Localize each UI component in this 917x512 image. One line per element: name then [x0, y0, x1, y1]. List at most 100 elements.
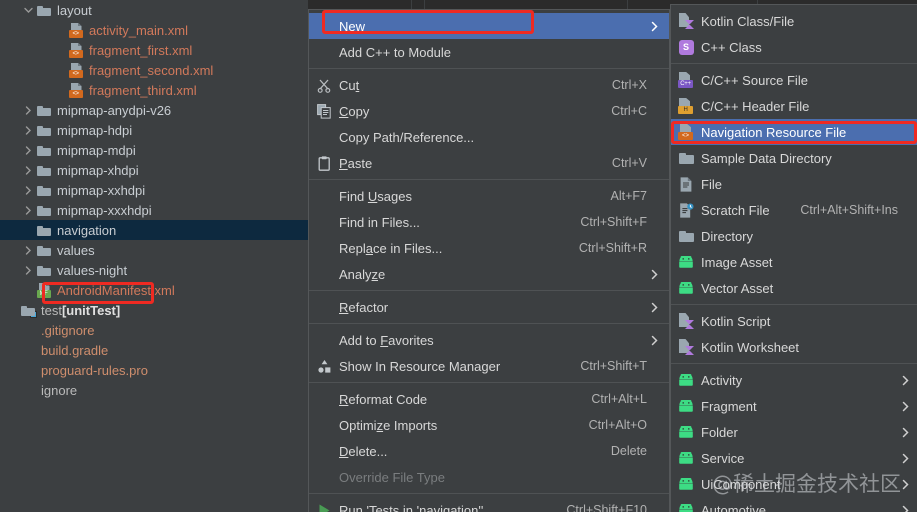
menu-item-folder[interactable]: Folder — [671, 419, 917, 445]
menu-item-activity[interactable]: Activity — [671, 367, 917, 393]
xml-file-icon: <> — [68, 82, 84, 98]
menu-item-vector-asset[interactable]: Vector Asset — [671, 275, 917, 301]
menu-item-copy[interactable]: Copy Ctrl+C — [309, 98, 669, 124]
menu-item-copy-path-reference[interactable]: Copy Path/Reference... — [309, 124, 669, 150]
menu-item-image-asset[interactable]: Image Asset — [671, 249, 917, 275]
menu-icon-spacer — [309, 464, 339, 490]
tree-row[interactable]: .gitignore — [0, 320, 308, 340]
tree-row[interactable]: mipmap-xhdpi — [0, 160, 308, 180]
tree-item-icon — [19, 300, 37, 320]
menu-item-reformat-code[interactable]: Reformat Code Ctrl+Alt+L — [309, 386, 669, 412]
tree-row[interactable]: <> fragment_second.xml — [0, 60, 308, 80]
tree-expand-spacer — [54, 80, 67, 100]
menu-item-shortcut: Ctrl+C — [611, 104, 647, 118]
android-icon — [671, 497, 701, 512]
tree-item-icon — [19, 380, 37, 400]
tree-row[interactable]: <> fragment_third.xml — [0, 80, 308, 100]
menu-item-service[interactable]: Service — [671, 445, 917, 471]
chevron-right-icon[interactable] — [22, 180, 35, 200]
menu-item-add-c-to-module[interactable]: Add C++ to Module — [309, 39, 669, 65]
tree-item-icon — [35, 140, 53, 160]
tree-row[interactable]: <> activity_main.xml — [0, 20, 308, 40]
menu-item-label: Sample Data Directory — [701, 150, 832, 166]
tree-row[interactable]: <> fragment_first.xml — [0, 40, 308, 60]
chevron-right-icon[interactable] — [22, 100, 35, 120]
tree-row[interactable]: layout — [0, 0, 308, 20]
tree-item-icon — [35, 160, 53, 180]
menu-item-show-in-resource-manager[interactable]: Show In Resource Manager Ctrl+Shift+T — [309, 353, 669, 379]
menu-item-label: File — [701, 176, 722, 192]
menu-item-kotlin-class-file[interactable]: Kotlin Class/File — [671, 8, 917, 34]
project-tree[interactable]: layout <> activity_main.xml <> fragment_firs… — [0, 0, 308, 512]
menu-item-find-usages[interactable]: Find Usages Alt+F7 — [309, 183, 669, 209]
tree-row[interactable]: mipmap-xxxhdpi — [0, 200, 308, 220]
menu-item-sample-data-directory[interactable]: Sample Data Directory — [671, 145, 917, 171]
menu-item-uicomponent[interactable]: UiComponent — [671, 471, 917, 497]
menu-icon-spacer — [309, 412, 339, 438]
chevron-right-icon[interactable] — [22, 160, 35, 180]
tree-row[interactable]: values — [0, 240, 308, 260]
directory-icon — [671, 223, 701, 249]
tree-item-label: AndroidManifest.xml — [57, 282, 175, 298]
menu-item-c-c-source-file[interactable]: C++ C/C++ Source File — [671, 67, 917, 93]
tree-row[interactable]: mipmap-hdpi — [0, 120, 308, 140]
menu-item-label: C/C++ Source File — [701, 72, 808, 88]
android-studio-screenshot: layout <> activity_main.xml <> fragment_firs… — [0, 0, 917, 512]
tree-row[interactable]: build.gradle — [0, 340, 308, 360]
chevron-right-icon[interactable] — [22, 140, 35, 160]
menu-item-label: Optimize Imports — [339, 417, 438, 433]
menu-item-label: Folder — [701, 424, 738, 440]
menu-item-refactor[interactable]: Refactor — [309, 294, 669, 320]
chevron-right-icon[interactable] — [22, 120, 35, 140]
menu-item-optimize-imports[interactable]: Optimize Imports Ctrl+Alt+O — [309, 412, 669, 438]
tree-row[interactable]: mipmap-anydpi-v26 — [0, 100, 308, 120]
chevron-down-icon[interactable] — [22, 0, 35, 20]
project-context-menu[interactable]: New Add C++ to Module Cut Ctrl+X Copy Ctrl+C C… — [308, 9, 670, 512]
menu-item-file[interactable]: File — [671, 171, 917, 197]
menu-item-new[interactable]: New — [309, 13, 669, 39]
menu-item-navigation-resource-file[interactable]: <> Navigation Resource File — [671, 119, 917, 145]
tree-row[interactable]: ignore — [0, 380, 308, 400]
menu-item-replace-in-files[interactable]: Replace in Files... Ctrl+Shift+R — [309, 235, 669, 261]
tree-row[interactable]: MF AndroidManifest.xml — [0, 280, 308, 300]
chevron-right-icon[interactable] — [22, 260, 35, 280]
chevron-right-icon[interactable] — [22, 200, 35, 220]
menu-item-c-class[interactable]: S C++ Class — [671, 34, 917, 60]
menu-item-kotlin-script[interactable]: Kotlin Script — [671, 308, 917, 334]
menu-item-add-to-favorites[interactable]: Add to Favorites — [309, 327, 669, 353]
menu-item-analyze[interactable]: Analyze — [309, 261, 669, 287]
kotlin-file-icon — [671, 334, 701, 360]
tree-item-label: mipmap-mdpi — [57, 142, 136, 158]
tree-item-label: mipmap-xhdpi — [57, 162, 139, 178]
menu-item-shortcut: Ctrl+Shift+T — [580, 359, 647, 373]
tree-row[interactable]: values-night — [0, 260, 308, 280]
menu-item-cut[interactable]: Cut Ctrl+X — [309, 72, 669, 98]
submenu-chevron-icon — [647, 21, 661, 32]
menu-item-kotlin-worksheet[interactable]: Kotlin Worksheet — [671, 334, 917, 360]
new-submenu[interactable]: Kotlin Class/File S C++ Class C++ C/C++ Sour… — [670, 4, 917, 512]
menu-item-label: Scratch File — [701, 202, 770, 218]
menu-item-label: Paste — [339, 155, 373, 171]
menu-item-delete[interactable]: Delete... Delete — [309, 438, 669, 464]
submenu-chevron-icon — [898, 505, 912, 512]
menu-icon-spacer — [309, 438, 339, 464]
menu-item-fragment[interactable]: Fragment — [671, 393, 917, 419]
menu-item-scratch-file[interactable]: Scratch File Ctrl+Alt+Shift+Ins — [671, 197, 917, 223]
tree-row[interactable]: mipmap-xxhdpi — [0, 180, 308, 200]
menu-item-paste[interactable]: Paste Ctrl+V — [309, 150, 669, 176]
tree-row-selected[interactable]: navigation — [0, 220, 308, 240]
tree-row[interactable]: mipmap-mdpi — [0, 140, 308, 160]
tree-row[interactable]: proguard-rules.pro — [0, 360, 308, 380]
folder-icon — [37, 145, 51, 156]
cpp-source-file-icon: C++ — [678, 72, 694, 88]
menu-item-find-in-files[interactable]: Find in Files... Ctrl+Shift+F — [309, 209, 669, 235]
menu-item-c-c-header-file[interactable]: H C/C++ Header File — [671, 93, 917, 119]
chevron-right-icon[interactable] — [22, 240, 35, 260]
menu-item-run-tests-in-navigation[interactable]: Run 'Tests in 'navigation'' Ctrl+Shift+F1… — [309, 497, 669, 512]
menu-item-directory[interactable]: Directory — [671, 223, 917, 249]
menu-item-label: Replace in Files... — [339, 240, 443, 256]
android-icon — [671, 445, 701, 471]
menu-item-automotive[interactable]: Automotive — [671, 497, 917, 512]
kotlin-file-icon — [678, 339, 694, 355]
tree-row[interactable]: test [unitTest] — [0, 300, 308, 320]
